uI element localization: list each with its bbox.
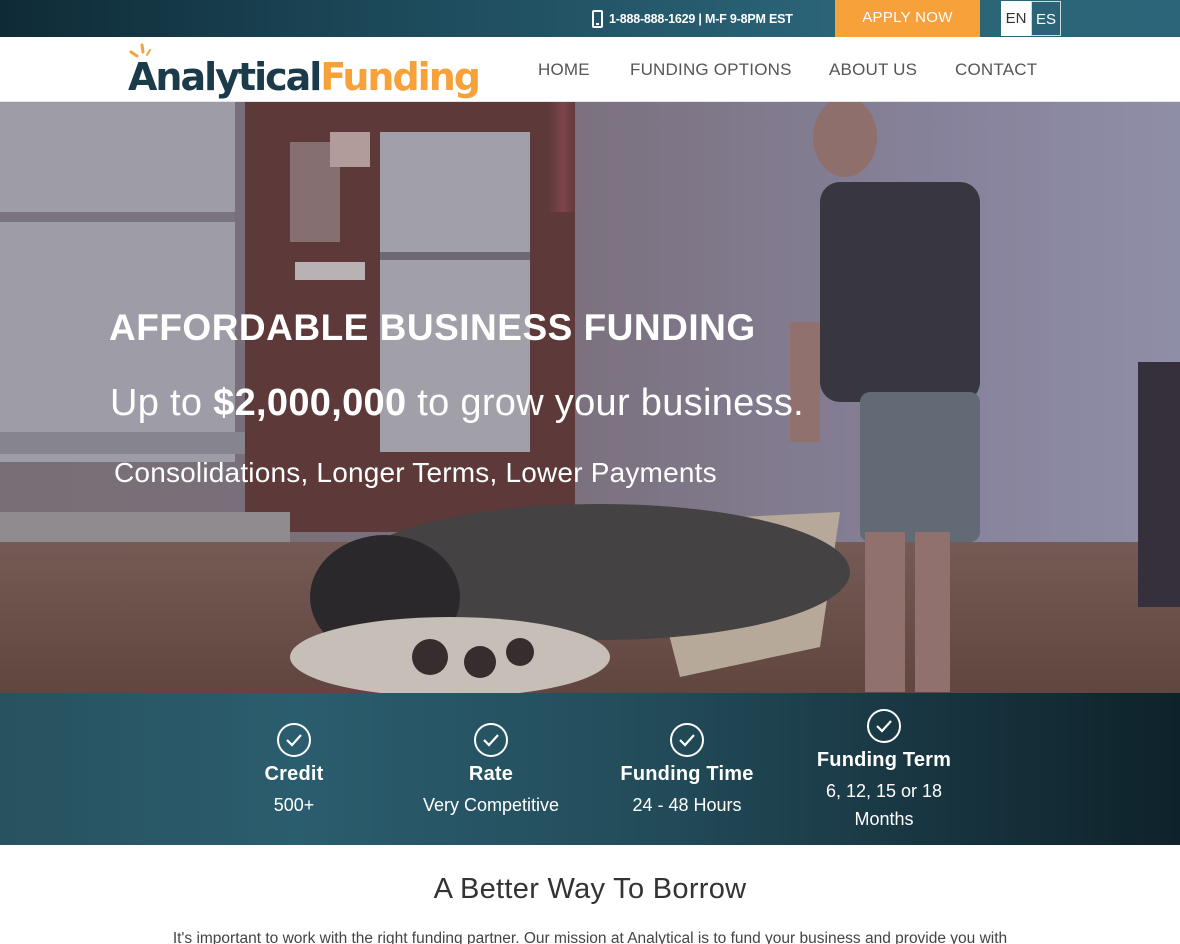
section-title: A Better Way To Borrow — [433, 873, 747, 905]
feature-funding-time: Funding Time 24 - 48 Hours — [592, 723, 782, 819]
language-es-button[interactable]: ES — [1031, 1, 1061, 36]
intro-paragraph: It's important to work with the right fu… — [172, 930, 1008, 944]
top-bar: 1-888-888-1629 | M-F 9-8PM EST APPLY NOW… — [0, 0, 1180, 40]
phone-text: 1-888-888-1629 | M-F 9-8PM EST — [609, 12, 793, 26]
check-circle-icon — [474, 723, 508, 757]
feature-label: Funding Term — [816, 749, 952, 771]
feature-value: 24 - 48 Hours — [632, 795, 742, 815]
feature-label: Rate — [468, 763, 514, 785]
check-circle-icon — [867, 709, 901, 743]
check-circle-icon — [277, 723, 311, 757]
nav-home[interactable]: HOME — [538, 37, 590, 102]
check-circle-icon — [670, 723, 704, 757]
feature-rate: Rate Very Competitive — [396, 723, 586, 819]
logo-text: AnalyticalFunding — [128, 55, 481, 99]
feature-value: 6, 12, 15 or 18 Months — [825, 781, 943, 829]
hero-amount: $2,000,000 — [213, 382, 407, 424]
mobile-phone-icon — [592, 10, 603, 28]
nav-about-us[interactable]: ABOUT US — [829, 37, 917, 102]
feature-value: Very Competitive — [422, 795, 560, 815]
hero-title: AFFORDABLE BUSINESS FUNDING — [109, 307, 756, 348]
hero-tagline: Consolidations, Longer Terms, Lower Paym… — [114, 457, 717, 488]
apply-now-button[interactable]: APPLY NOW — [835, 0, 980, 40]
feature-label: Funding Time — [620, 763, 754, 785]
nav-contact[interactable]: CONTACT — [955, 37, 1037, 102]
phone-contact[interactable]: 1-888-888-1629 | M-F 9-8PM EST — [592, 9, 793, 29]
hero-banner: AFFORDABLE BUSINESS FUNDING Up to $2,000… — [0, 102, 1180, 693]
hero-subtitle: Up to $2,000,000 to grow your business. — [110, 382, 805, 424]
logo[interactable]: AnalyticalFunding — [128, 43, 481, 99]
feature-credit: Credit 500+ — [199, 723, 389, 819]
logo-rays-icon — [129, 43, 151, 58]
feature-label: Credit — [264, 763, 324, 785]
language-en-button[interactable]: EN — [1001, 1, 1031, 36]
nav-funding-options[interactable]: FUNDING OPTIONS — [630, 37, 792, 102]
feature-funding-term: Funding Term 6, 12, 15 or 18 Months — [789, 709, 979, 833]
site-header: AnalyticalFunding HOME FUNDING OPTIONS A… — [0, 37, 1180, 102]
features-band: Credit 500+ Rate Very Competitive Fundin… — [0, 693, 1180, 845]
feature-value: 500+ — [273, 795, 315, 815]
